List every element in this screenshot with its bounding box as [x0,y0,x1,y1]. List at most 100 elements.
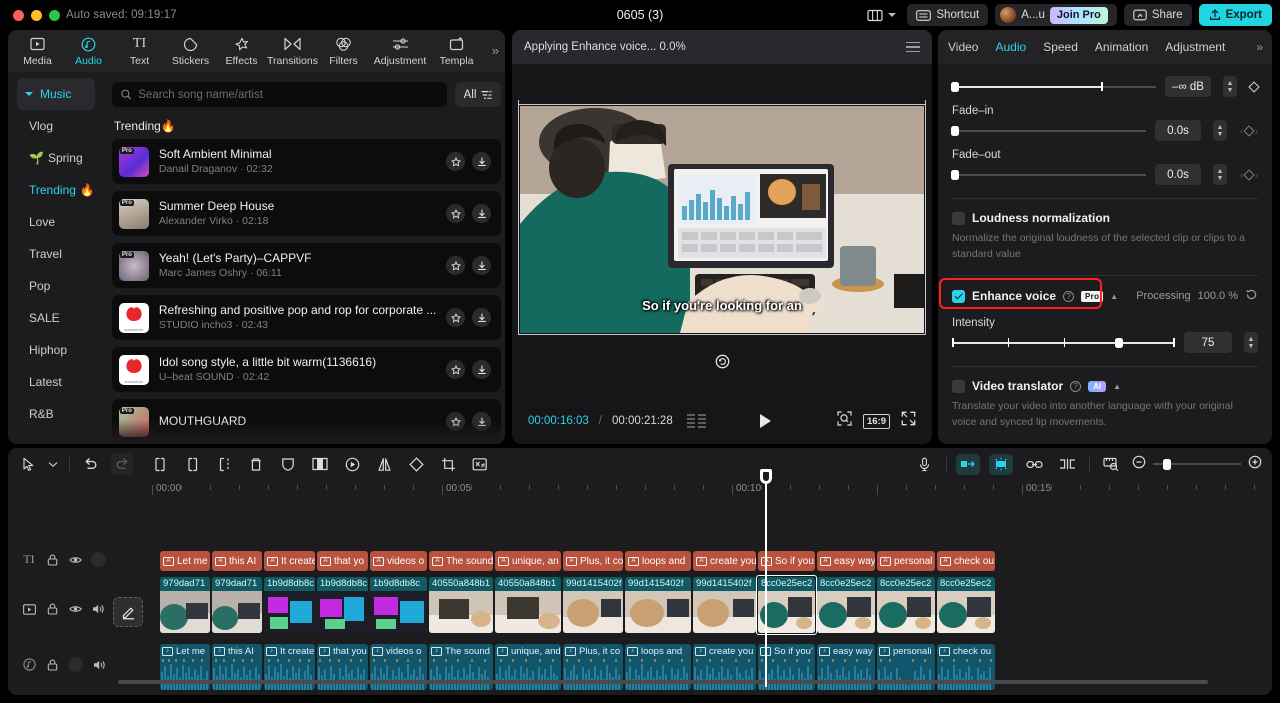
microphone-icon[interactable] [912,454,936,475]
favorite-star-icon[interactable] [446,204,466,223]
keyframe-diamond-icon[interactable] [1243,168,1255,181]
text-clip[interactable]: Avideos o [370,551,427,571]
download-icon[interactable] [472,360,492,379]
list-item[interactable]: Pro Summer Deep House Alexander Virko · … [111,191,502,236]
loudness-normalization-row[interactable]: Loudness normalization [952,211,1258,225]
eye-icon[interactable] [68,553,82,567]
storyboard-icon[interactable] [686,414,706,428]
chevron-up-icon[interactable]: ▲ [1113,382,1121,391]
tabs-more-button[interactable]: » [492,43,499,58]
edit-mode-chip[interactable] [113,597,143,627]
tab-text[interactable]: TI Text [114,30,165,72]
text-clip[interactable]: Athat yo [317,551,368,571]
split-right-icon[interactable] [181,453,203,475]
eye-icon[interactable] [68,602,82,616]
split-left-icon[interactable] [149,453,171,475]
video-clip[interactable]: 99d1415402f [563,577,623,633]
fade-out-keyframe-controls[interactable]: ‹ › [1240,168,1258,181]
video-clip[interactable]: 8cc0e25ec2 [937,577,995,633]
video-clip[interactable]: 40550a848b1 [429,577,493,633]
list-item[interactable]: audiostock Refreshing and positive pop a… [111,295,502,340]
volume-icon[interactable] [91,602,105,616]
link-icon[interactable] [1022,454,1046,475]
tab-audio[interactable]: Audio [995,40,1026,54]
video-clip[interactable]: 8cc0e25ec2 [758,577,815,633]
download-icon[interactable] [472,204,492,223]
delete-icon[interactable] [245,453,267,475]
horizontal-scrollbar[interactable] [118,680,1208,684]
intensity-stepper[interactable]: ▲ ▼ [1244,332,1258,353]
snap-icon[interactable] [956,453,980,475]
intensity-value[interactable]: 75 [1184,332,1232,353]
download-icon[interactable] [472,412,492,431]
category-love[interactable]: Love [17,206,95,238]
export-button[interactable]: Export [1198,4,1272,26]
download-icon[interactable] [472,152,492,171]
keyframe-diamond-icon[interactable] [1248,80,1260,93]
enhance-voice-checkbox[interactable] [952,289,965,303]
speed-icon[interactable] [341,453,363,475]
fullscreen-icon[interactable] [901,411,916,431]
text-clip[interactable]: A It create [264,551,315,571]
category-pop[interactable]: Pop [17,270,95,302]
layout-button[interactable] [863,4,900,26]
aspect-ratio-button[interactable]: 16:9 [862,413,890,429]
category-trending[interactable]: Trending 🔥 [17,174,95,206]
zoom-out-icon[interactable] [1132,455,1146,474]
account-button[interactable]: A...u Join Pro [995,4,1117,26]
category-vlog[interactable]: Vlog [17,110,95,142]
text-clip[interactable]: A Plus, it co [563,551,623,571]
keyframe-diamond-icon[interactable] [1243,124,1255,137]
reset-icon[interactable] [1245,288,1258,304]
fade-in-slider[interactable] [951,124,1146,137]
favorite-star-icon[interactable] [446,412,466,431]
text-clip[interactable]: Athis AI [212,551,262,571]
category-music[interactable]: Music [17,78,95,110]
keyframe-next-icon[interactable]: › [1255,126,1258,136]
crop-zoom-icon[interactable] [837,411,852,431]
tab-adjustment[interactable]: Adjustment [1165,40,1225,54]
tab-media[interactable]: Media [12,30,63,72]
video-clip[interactable]: 979dad71 [160,577,210,633]
video-canvas[interactable]: So if you're looking for an [520,106,924,333]
download-icon[interactable] [472,256,492,275]
tab-adjustment[interactable]: Adjustment [369,30,431,72]
text-clip[interactable]: Aloops and [625,551,691,571]
shortcut-button[interactable]: Shortcut [907,4,989,26]
zoom-slider[interactable] [1153,457,1241,471]
volume-keyframe-controls[interactable] [1248,80,1260,93]
tab-speed[interactable]: Speed [1043,40,1078,54]
timeline-ruler[interactable]: 00:00 00:05 00:10 00:15 [8,480,1272,502]
shield-icon[interactable] [277,453,299,475]
video-clip[interactable]: 979dad71 [212,577,262,633]
tab-animation[interactable]: Animation [1095,40,1148,54]
playhead-handle[interactable] [760,469,772,484]
video-translator-checkbox[interactable] [952,379,965,393]
category-travel[interactable]: Travel [17,238,95,270]
tab-filters[interactable]: Filters [318,30,369,72]
category-rnb[interactable]: R&B [17,398,95,430]
volume-value[interactable]: –∞ dB [1165,76,1211,97]
loudness-checkbox[interactable] [952,211,965,225]
category-hiphop[interactable]: Hiphop [17,334,95,366]
fade-out-slider[interactable] [951,168,1146,181]
tab-stickers[interactable]: Stickers [165,30,216,72]
text-clip[interactable]: ASo if you [758,551,815,571]
tab-video[interactable]: Video [948,40,978,54]
fade-out-value[interactable]: 0.0s [1155,164,1201,185]
split-icon[interactable] [213,453,235,475]
volume-icon[interactable] [92,658,106,672]
category-latest[interactable]: Latest [17,366,95,398]
text-clip[interactable]: Acheck ou [937,551,995,571]
lock-icon[interactable] [45,602,59,616]
list-item[interactable]: Pro Soft Ambient Minimal Danail Draganov… [111,139,502,184]
chevron-down-icon[interactable] [42,453,64,475]
undo-icon[interactable] [79,453,101,475]
video-clip[interactable]: 1b9d8db8c [317,577,368,633]
favorite-star-icon[interactable] [446,308,466,327]
search-box[interactable] [111,82,447,107]
fade-in-stepper[interactable]: ▲ ▼ [1213,120,1227,141]
text-clip[interactable]: Acreate you [693,551,756,571]
keyframe-next-icon[interactable]: › [1255,170,1258,180]
video-clip[interactable]: 1b9d8db8c [370,577,427,633]
